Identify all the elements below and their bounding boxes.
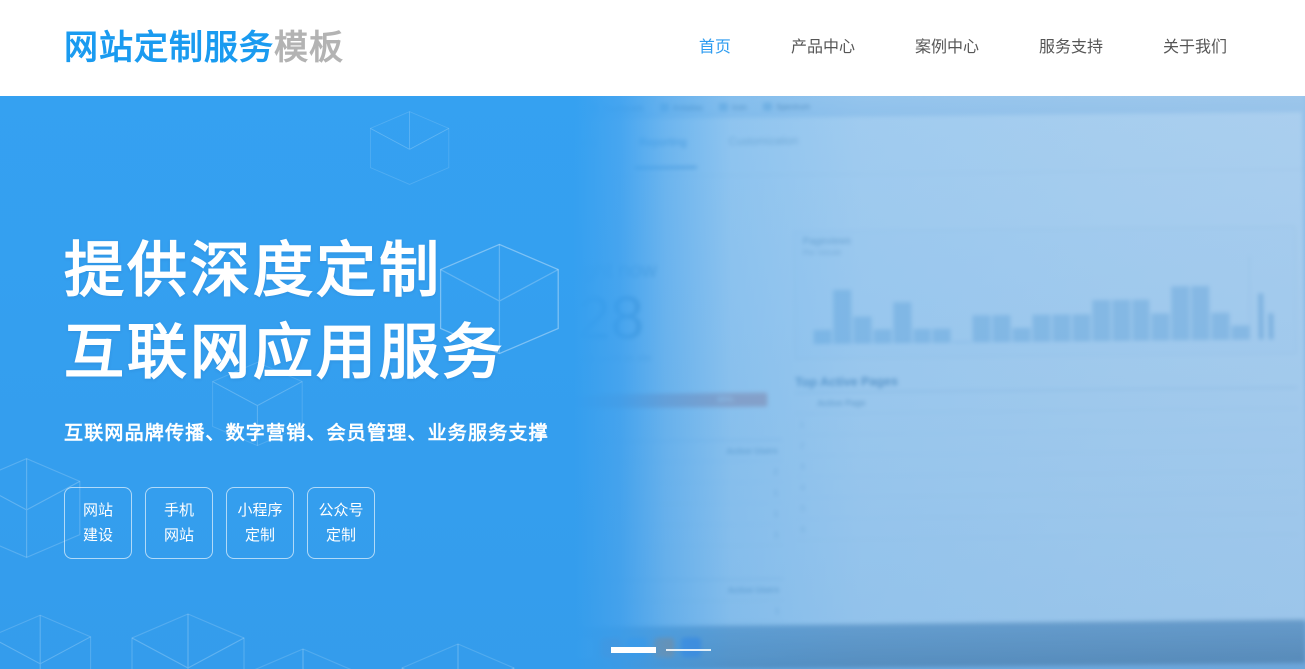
tag-line2: 建设 — [82, 527, 113, 544]
service-tag-miniprogram[interactable]: 小程序 定制 — [226, 487, 294, 559]
carousel-dot-2[interactable] — [666, 649, 711, 651]
nav-item-products[interactable]: 产品中心 — [761, 0, 885, 96]
tag-line1: 网站 — [82, 502, 113, 519]
nav-item-cases[interactable]: 案例中心 — [885, 0, 1009, 96]
tag-line1: 小程序 — [237, 502, 283, 519]
logo-primary-text: 网站定制服务 — [64, 29, 274, 67]
site-logo[interactable]: 网站定制服务模板 — [64, 18, 344, 78]
hero-content: 提供深度定制 互联网应用服务 互联网品牌传播、数字营销、会员管理、业务服务支撑 … — [64, 96, 549, 559]
carousel-dot-1[interactable] — [611, 647, 656, 653]
hero-banner: Tut Ngspo Red TB Blogfeed Brain Pickings… — [0, 96, 1305, 669]
service-tag-mobile-site[interactable]: 手机 网站 — [145, 487, 213, 559]
carousel-indicators — [611, 647, 711, 653]
tag-line2: 定制 — [244, 527, 275, 544]
hero-service-tags: 网站 建设 手机 网站 小程序 定制 公众号 定制 — [64, 487, 549, 559]
hero-heading-line1: 提供深度定制 — [64, 237, 442, 304]
hero-heading-line2: 互联网应用服务 — [64, 319, 505, 386]
tag-line1: 手机 — [163, 502, 194, 519]
tag-line2: 定制 — [325, 527, 356, 544]
logo-suffix-text: 模板 — [274, 29, 344, 67]
main-navigation: 首页 产品中心 案例中心 服务支持 关于我们 — [669, 0, 1257, 96]
site-header: 网站定制服务模板 首页 产品中心 案例中心 服务支持 关于我们 — [0, 0, 1305, 96]
nav-item-about[interactable]: 关于我们 — [1133, 0, 1257, 96]
service-tag-official-account[interactable]: 公众号 定制 — [307, 487, 375, 559]
hero-subtitle: 互联网品牌传播、数字营销、会员管理、业务服务支撑 — [64, 423, 549, 444]
tag-line2: 网站 — [163, 527, 194, 544]
nav-item-support[interactable]: 服务支持 — [1009, 0, 1133, 96]
nav-item-home[interactable]: 首页 — [669, 0, 761, 96]
tag-line1: 公众号 — [318, 502, 364, 519]
service-tag-website[interactable]: 网站 建设 — [64, 487, 132, 559]
